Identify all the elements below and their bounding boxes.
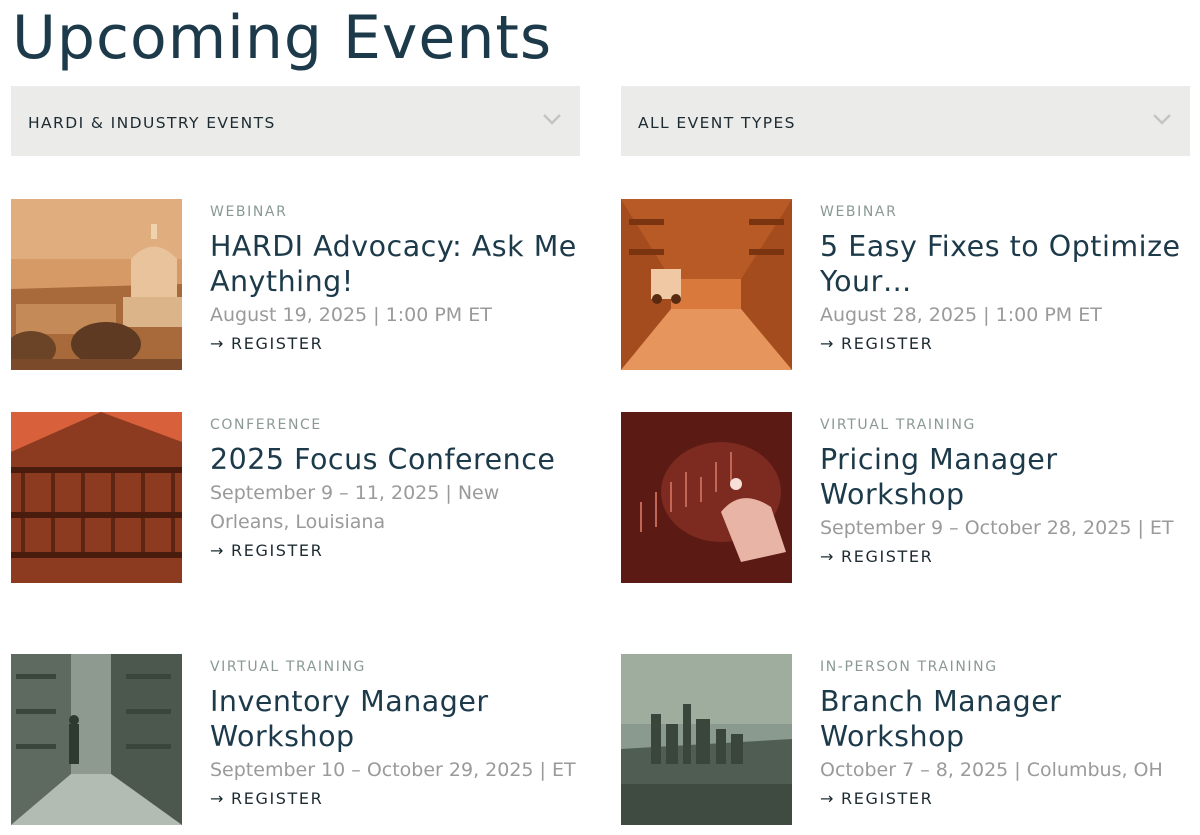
event-type-label: VIRTUAL TRAINING [820,417,976,433]
register-label: REGISTER [841,789,934,808]
chevron-down-icon [543,114,561,125]
register-label: REGISTER [231,789,324,808]
arrow-right-icon: → [820,547,836,566]
event-card: CONFERENCE 2025 Focus Conference Septemb… [11,412,581,612]
event-title-link[interactable]: Pricing Manager Workshop [820,442,1192,512]
event-title-link[interactable]: Branch Manager Workshop [820,684,1192,754]
event-title-link[interactable]: 2025 Focus Conference [210,442,582,477]
event-date: September 9 – October 28, 2025 | ET [820,517,1174,539]
register-link[interactable]: → REGISTER [210,785,323,813]
stock-chart-hand-image[interactable] [621,412,792,583]
warehouse-forklift-image[interactable] [621,199,792,370]
event-title-link[interactable]: Inventory Manager Workshop [210,684,582,754]
event-card: WEBINAR 5 Easy Fixes to Optimize Your… A… [621,199,1191,399]
event-type-label: WEBINAR [210,204,288,220]
organizer-filter-dropdown[interactable]: HARDI & INDUSTRY EVENTS [11,86,580,156]
organizer-filter-label: HARDI & INDUSTRY EVENTS [28,114,276,132]
register-label: REGISTER [231,541,324,560]
arrow-right-icon: → [210,789,226,808]
register-link[interactable]: → REGISTER [210,330,323,358]
arrow-right-icon: → [820,789,836,808]
register-link[interactable]: → REGISTER [820,785,933,813]
columbus-skyline-image[interactable] [621,654,792,825]
register-label: REGISTER [231,334,324,353]
new-orleans-balcony-image[interactable] [11,412,182,583]
event-title-link[interactable]: 5 Easy Fixes to Optimize Your… [820,229,1192,299]
chevron-down-icon [1153,114,1171,125]
capitol-building-image[interactable] [11,199,182,370]
event-type-label: CONFERENCE [210,417,322,433]
register-link[interactable]: → REGISTER [820,330,933,358]
event-type-label: IN-PERSON TRAINING [820,659,998,675]
event-card: IN-PERSON TRAINING Branch Manager Worksh… [621,654,1191,835]
event-type-filter-dropdown[interactable]: ALL EVENT TYPES [621,86,1190,156]
warehouse-aisle-image[interactable] [11,654,182,825]
event-type-label: VIRTUAL TRAINING [210,659,366,675]
arrow-right-icon: → [210,334,226,353]
event-date: August 19, 2025 | 1:00 PM ET [210,304,492,326]
register-label: REGISTER [841,334,934,353]
event-type-label: WEBINAR [820,204,898,220]
page-title: Upcoming Events [12,3,553,73]
register-label: REGISTER [841,547,934,566]
event-card: VIRTUAL TRAINING Pricing Manager Worksho… [621,412,1191,612]
event-date: September 10 – October 29, 2025 | ET [210,759,576,781]
arrow-right-icon: → [210,541,226,560]
register-link[interactable]: → REGISTER [820,543,933,571]
event-card: WEBINAR HARDI Advocacy: Ask Me Anything!… [11,199,581,399]
register-link[interactable]: → REGISTER [210,537,323,565]
event-title-link[interactable]: HARDI Advocacy: Ask Me Anything! [210,229,582,299]
event-card: VIRTUAL TRAINING Inventory Manager Works… [11,654,581,835]
event-date: September 9 – 11, 2025 | New Orleans, Lo… [210,482,500,533]
event-date: October 7 – 8, 2025 | Columbus, OH [820,759,1163,781]
arrow-right-icon: → [820,334,836,353]
event-date: August 28, 2025 | 1:00 PM ET [820,304,1102,326]
event-type-filter-label: ALL EVENT TYPES [638,114,796,132]
